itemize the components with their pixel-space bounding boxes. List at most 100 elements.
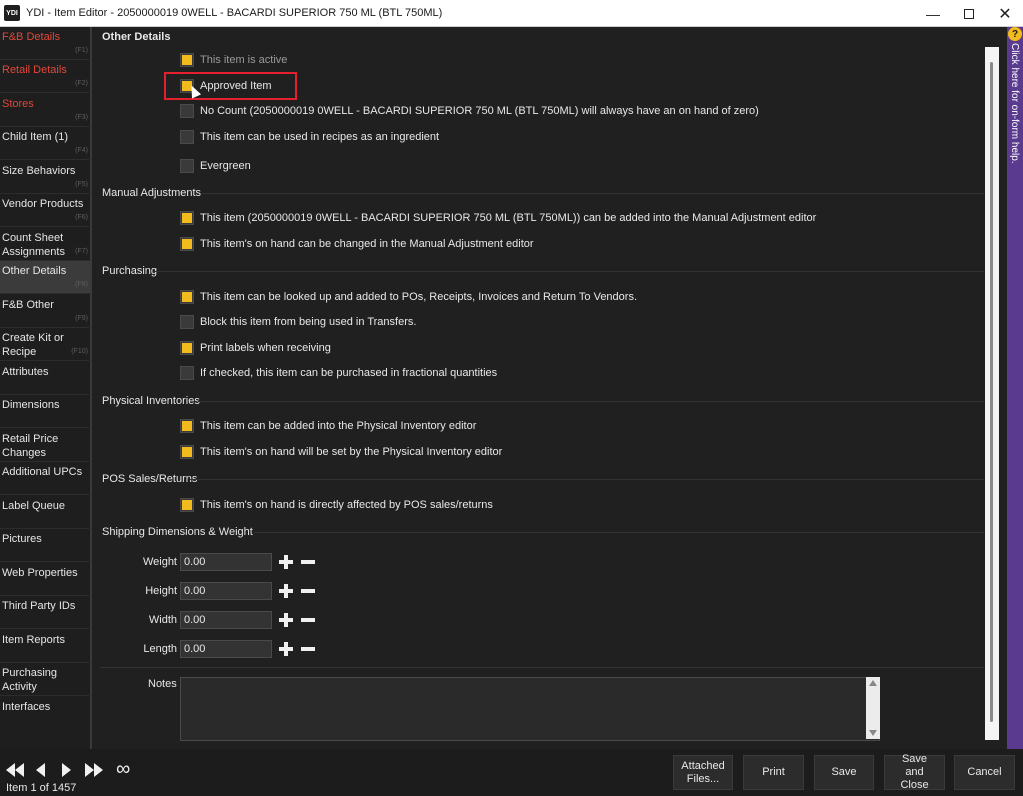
lookup-pos-checkbox-row[interactable]: This item can be looked up and added to … — [180, 289, 637, 305]
cancel-button[interactable]: Cancel — [954, 755, 1015, 790]
last-record-button[interactable] — [85, 763, 103, 779]
print-labels-checkbox-label: Print labels when receiving — [200, 342, 331, 354]
help-icon[interactable]: ? — [1008, 27, 1022, 41]
evergreen-checkbox[interactable] — [180, 159, 194, 173]
sidebar-item-retail-price-changes[interactable]: Retail Price Changes — [0, 429, 91, 462]
length-input[interactable] — [180, 640, 272, 658]
width-increment-icon[interactable] — [278, 612, 294, 628]
save-button[interactable]: Save — [814, 755, 874, 790]
sidebar-item-item-reports[interactable]: Item Reports — [0, 630, 91, 663]
notes-scrollbar[interactable] — [866, 677, 880, 739]
sidebar-item-vendor-products[interactable]: Vendor Products (F6) — [0, 194, 91, 227]
sidebar-item-dimensions[interactable]: Dimensions — [0, 395, 91, 428]
block-transfers-checkbox-row[interactable]: Block this item from being used in Trans… — [180, 314, 416, 330]
maximize-button[interactable] — [950, 0, 988, 27]
sidebar-item-label: Label Queue — [2, 500, 65, 512]
first-icon — [6, 763, 15, 777]
shortcut-key: (F6) — [75, 214, 88, 221]
sidebar-item-label: Third Party IDs — [2, 600, 76, 612]
height-increment-icon[interactable] — [278, 583, 294, 599]
lookup-pos-checkbox[interactable] — [180, 290, 194, 304]
pos-affect-checkbox[interactable] — [180, 498, 194, 512]
sidebar-item-purchasing-activity[interactable]: Purchasing Activity — [0, 663, 91, 696]
sidebar-item-stores[interactable]: Stores (F3) — [0, 94, 91, 127]
sidebar-item-label: Item Reports — [2, 634, 65, 646]
sidebar-item-label: Create Kit or Recipe — [2, 332, 64, 358]
shortcut-key: (F4) — [75, 147, 88, 154]
active-checkbox[interactable] — [180, 53, 194, 67]
phys-set-checkbox[interactable] — [180, 445, 194, 459]
sidebar-item-other-details[interactable]: Other Details (F8) — [0, 261, 91, 294]
manual-add-checkbox-row[interactable]: This item (2050000019 0WELL - BACARDI SU… — [180, 210, 816, 226]
sidebar-item-additional-upcs[interactable]: Additional UPCs — [0, 462, 91, 495]
height-input[interactable] — [180, 582, 272, 600]
scroll-down-icon[interactable] — [869, 730, 877, 736]
length-increment-icon[interactable] — [278, 641, 294, 657]
help-strip[interactable]: ? Click here for on-form help. — [1007, 27, 1023, 749]
previous-icon — [36, 763, 45, 777]
title-bar: YDI YDI - Item Editor - 2050000019 0WELL… — [0, 0, 1023, 27]
height-decrement-icon[interactable] — [300, 583, 316, 599]
phys-add-checkbox[interactable] — [180, 419, 194, 433]
active-checkbox-row[interactable]: This item is active — [180, 52, 287, 68]
weight-input[interactable] — [180, 553, 272, 571]
sidebar-item-fb-details[interactable]: F&B Details (F1) — [0, 27, 91, 60]
footer-bar: ∞ Item 1 of 1457 Attached Files... Print… — [0, 749, 1023, 796]
page-title: Other Details — [102, 31, 171, 43]
sidebar-item-retail-details[interactable]: Retail Details (F2) — [0, 60, 91, 93]
no-count-checkbox-row[interactable]: No Count (2050000019 0WELL - BACARDI SUP… — [180, 103, 759, 119]
minimize-button[interactable]: — — [914, 0, 952, 27]
sidebar-item-label: F&B Details — [2, 31, 61, 43]
weight-decrement-icon[interactable] — [300, 554, 316, 570]
print-labels-checkbox-row[interactable]: Print labels when receiving — [180, 340, 331, 356]
manual-change-checkbox[interactable] — [180, 237, 194, 251]
sidebar-item-size-behaviors[interactable]: Size Behaviors (F5) — [0, 161, 91, 194]
divider — [190, 479, 984, 480]
first-record-button[interactable] — [6, 763, 24, 779]
phys-set-checkbox-row[interactable]: This item's on hand will be set by the P… — [180, 444, 502, 460]
width-input[interactable] — [180, 611, 272, 629]
pos-affect-checkbox-label: This item's on hand is directly affected… — [200, 499, 493, 511]
infinity-icon[interactable]: ∞ — [116, 759, 130, 781]
shortcut-key: (F1) — [75, 47, 88, 54]
close-button[interactable]: ✕ — [986, 0, 1023, 27]
width-decrement-icon[interactable] — [300, 612, 316, 628]
main-scrollbar[interactable] — [985, 47, 999, 740]
sidebar-item-fb-other[interactable]: F&B Other (F9) — [0, 295, 91, 328]
print-labels-checkbox[interactable] — [180, 341, 194, 355]
sidebar-item-pictures[interactable]: Pictures — [0, 529, 91, 562]
manual-add-checkbox[interactable] — [180, 211, 194, 225]
sidebar-item-attributes[interactable]: Attributes — [0, 362, 91, 395]
block-transfers-checkbox[interactable] — [180, 315, 194, 329]
fractional-checkbox[interactable] — [180, 366, 194, 380]
sidebar-item-web-properties[interactable]: Web Properties — [0, 563, 91, 596]
shortcut-key: (F3) — [75, 114, 88, 121]
scrollbar-thumb[interactable] — [990, 62, 993, 722]
next-record-button[interactable] — [62, 763, 71, 779]
save-and-close-button[interactable]: Save and Close — [884, 753, 945, 791]
scroll-up-icon[interactable] — [869, 680, 877, 686]
sidebar-item-third-party-ids[interactable]: Third Party IDs — [0, 596, 91, 629]
first-icon — [15, 763, 24, 777]
sidebar-item-count-sheet-assignments[interactable]: Count Sheet Assignments (F7) — [0, 228, 91, 261]
print-button[interactable]: Print — [743, 755, 804, 790]
sidebar-item-interfaces[interactable]: Interfaces — [0, 697, 91, 730]
attached-files-button[interactable]: Attached Files... — [673, 755, 733, 790]
height-label: Height — [145, 585, 177, 597]
pos-affect-checkbox-row[interactable]: This item's on hand is directly affected… — [180, 497, 493, 513]
no-count-checkbox[interactable] — [180, 104, 194, 118]
recipes-checkbox[interactable] — [180, 130, 194, 144]
length-decrement-icon[interactable] — [300, 641, 316, 657]
phys-add-checkbox-row[interactable]: This item can be added into the Physical… — [180, 418, 476, 434]
width-label: Width — [148, 614, 177, 626]
sidebar-item-label-queue[interactable]: Label Queue — [0, 496, 91, 529]
fractional-checkbox-row[interactable]: If checked, this item can be purchased i… — [180, 365, 497, 381]
sidebar-item-child-item[interactable]: Child Item (1) (F4) — [0, 127, 91, 160]
sidebar-item-create-kit[interactable]: Create Kit or Recipe (F10) — [0, 328, 91, 361]
manual-change-checkbox-row[interactable]: This item's on hand can be changed in th… — [180, 236, 534, 252]
evergreen-checkbox-row[interactable]: Evergreen — [180, 158, 251, 174]
previous-record-button[interactable] — [36, 763, 45, 779]
recipes-checkbox-row[interactable]: This item can be used in recipes as an i… — [180, 129, 439, 145]
phys-add-checkbox-label: This item can be added into the Physical… — [200, 420, 477, 432]
weight-increment-icon[interactable] — [278, 554, 294, 570]
